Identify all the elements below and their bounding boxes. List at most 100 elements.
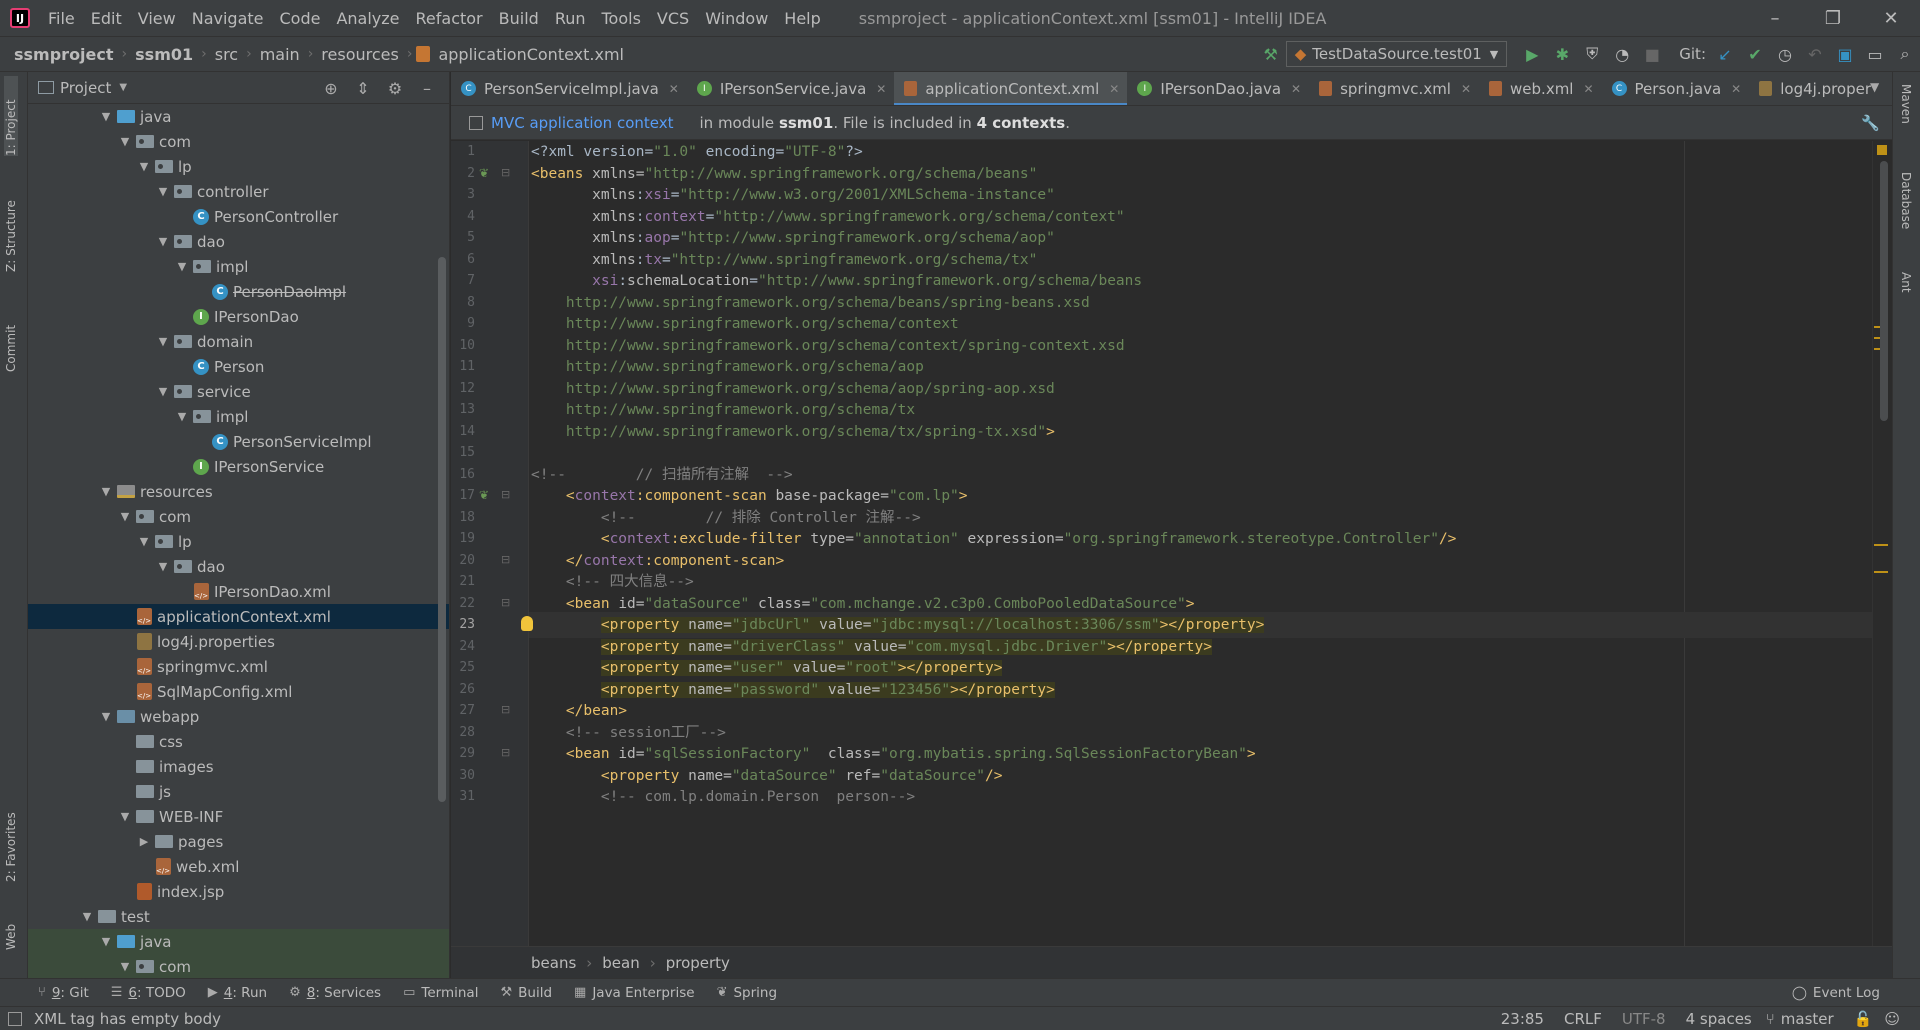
inspector-icon[interactable]: ☺ xyxy=(1884,1010,1900,1028)
indent-setting[interactable]: 4 spaces xyxy=(1686,1010,1752,1028)
fold-marker-icon[interactable]: ⊟ xyxy=(501,596,510,609)
git-branch[interactable]: master xyxy=(1781,1010,1834,1028)
toolwindow-terminal[interactable]: ▭ Terminal xyxy=(403,985,478,1001)
menu-navigate[interactable]: Navigate xyxy=(184,9,272,28)
menu-tools[interactable]: Tools xyxy=(594,9,649,28)
tab-list-chevron-icon[interactable]: ▼ xyxy=(1870,80,1879,94)
stripe-tab-maven[interactable]: Maven xyxy=(1899,84,1913,124)
tree-node[interactable]: ▼css xyxy=(28,729,449,754)
stripe-tab-favorites[interactable]: 2: Favorites xyxy=(4,792,18,882)
restore-icon[interactable]: ❐ xyxy=(1804,0,1862,36)
tree-node[interactable]: ▼ resources xyxy=(28,479,449,504)
tree-node[interactable]: ▼IIPersonDao xyxy=(28,304,449,329)
breadcrumb-item[interactable]: applicationContext.xml xyxy=(434,45,628,64)
status-toggle-icon[interactable] xyxy=(8,1011,22,1026)
menu-edit[interactable]: Edit xyxy=(83,9,130,28)
collapse-all-icon[interactable]: ⇕ xyxy=(347,79,379,98)
close-tab-icon[interactable]: ✕ xyxy=(1109,82,1119,96)
tree-node[interactable]: ▼images xyxy=(28,754,449,779)
toolwindow-git[interactable]: ⑂ 9: Git xyxy=(38,985,89,1001)
editor-gutter[interactable]: 1 2 3 4 5 6 7 8 9 10 11 12 13 14 15 16 17 18 19 20 21 22 23 24 2… xyxy=(451,141,529,946)
xml-breadcrumb-item[interactable]: bean xyxy=(602,954,639,972)
editor-tab[interactable]: I IPersonDao.java ✕ xyxy=(1127,72,1309,105)
toolwindow-todo[interactable]: ☰ 6: TODO xyxy=(111,985,186,1001)
editor-tab[interactable]: C Person.java ✕ xyxy=(1602,72,1750,105)
tree-node[interactable]: ▼SqlMapConfig.xml xyxy=(28,679,449,704)
fold-marker-icon[interactable]: ⊟ xyxy=(501,488,510,501)
tree-node[interactable]: ▼IPersonDao.xml xyxy=(28,579,449,604)
chevron-down-icon[interactable]: ▼ xyxy=(98,110,114,123)
tree-node[interactable]: ▼log4j.properties xyxy=(28,629,449,654)
hide-icon[interactable]: – xyxy=(411,79,443,98)
close-tab-icon[interactable]: ✕ xyxy=(1731,82,1741,96)
close-tab-icon[interactable]: ✕ xyxy=(1461,82,1471,96)
chevron-down-icon[interactable]: ▼ xyxy=(155,185,171,198)
chevron-down-icon[interactable]: ▼ xyxy=(174,410,190,423)
fold-marker-icon[interactable]: ⊟ xyxy=(501,166,510,179)
spring-bean-icon[interactable]: ❦ xyxy=(479,166,489,180)
tree-node[interactable]: ▼IIPersonService xyxy=(28,454,449,479)
tree-node[interactable]: ▼ controller xyxy=(28,179,449,204)
menu-run[interactable]: Run xyxy=(547,9,594,28)
search-icon[interactable]: ⌕ xyxy=(1890,39,1920,69)
chevron-down-icon[interactable]: ▼ xyxy=(117,135,133,148)
caret-position[interactable]: 23:85 xyxy=(1501,1010,1544,1028)
inspection-status-icon[interactable] xyxy=(1877,145,1887,155)
tree-node[interactable]: ▼ webapp xyxy=(28,704,449,729)
menu-window[interactable]: Window xyxy=(697,9,776,28)
tree-node[interactable]: ▼ java xyxy=(28,104,449,129)
chevron-down-icon[interactable]: ▼ xyxy=(136,535,152,548)
stripe-tab-web[interactable]: Web xyxy=(4,910,18,950)
wrench-icon[interactable]: 🔧 xyxy=(1861,114,1880,132)
run-icon[interactable]: ▶ xyxy=(1517,39,1547,69)
chevron-down-icon[interactable]: ▼ xyxy=(155,335,171,348)
tree-node[interactable]: ▼ service xyxy=(28,379,449,404)
fold-marker-icon[interactable]: ⊟ xyxy=(501,553,510,566)
chevron-down-icon[interactable]: ▼ xyxy=(117,960,133,973)
fold-marker-icon[interactable]: ⊟ xyxy=(501,746,510,759)
toolwindow-run[interactable]: ▶ 4: Run xyxy=(208,985,267,1001)
project-title[interactable]: Project xyxy=(60,79,111,97)
coverage-icon[interactable]: ⛨ xyxy=(1577,39,1607,69)
build-hammer-icon[interactable]: ⚒ xyxy=(1256,39,1286,69)
toolwindow-services[interactable]: ⚙ 8: Services xyxy=(289,985,381,1001)
event-log-button[interactable]: ◯ Event Log xyxy=(1792,979,1880,1007)
project-scrollbar[interactable] xyxy=(438,257,446,802)
stop-icon[interactable]: ■ xyxy=(1637,39,1667,69)
tree-node[interactable]: ▼ com xyxy=(28,954,449,978)
editor-tab[interactable]: applicationContext.xml ✕ xyxy=(894,72,1128,105)
chevron-down-icon[interactable]: ▼ xyxy=(117,810,133,823)
xml-breadcrumb-item[interactable]: beans xyxy=(531,954,576,972)
chevron-down-icon[interactable]: ▼ xyxy=(174,260,190,273)
tree-node[interactable]: ▼ lp xyxy=(28,529,449,554)
tree-node[interactable]: ▼ java xyxy=(28,929,449,954)
fold-marker-icon[interactable]: ⊟ xyxy=(501,703,510,716)
locate-icon[interactable]: ⊕ xyxy=(315,79,347,98)
stripe-tab-project[interactable]: 1: Project xyxy=(4,76,18,156)
close-tab-icon[interactable]: ✕ xyxy=(876,82,886,96)
warning-marker[interactable] xyxy=(1874,544,1888,546)
tree-node[interactable]: ▼CPersonDaoImpl xyxy=(28,279,449,304)
warning-marker[interactable] xyxy=(1874,571,1888,573)
editor-scroll-thumb[interactable] xyxy=(1880,161,1888,421)
toolwindow-build[interactable]: ⚒ Build xyxy=(500,985,552,1001)
tree-node[interactable]: ▼ impl xyxy=(28,404,449,429)
profile-icon[interactable]: ◔ xyxy=(1607,39,1637,69)
presentation-icon[interactable]: ▭ xyxy=(1860,39,1890,69)
tree-node[interactable]: ▼js xyxy=(28,779,449,804)
code-line[interactable]: <!-- com.lp.domain.Person person--> xyxy=(529,784,1892,810)
project-structure-icon[interactable]: ▣ xyxy=(1830,39,1860,69)
tree-node[interactable]: ▼web.xml xyxy=(28,854,449,879)
breadcrumb-item[interactable]: main xyxy=(256,45,304,64)
stripe-tab-structure[interactable]: Z: Structure xyxy=(4,182,18,272)
breadcrumb-item[interactable]: resources xyxy=(317,45,403,64)
line-separator[interactable]: CRLF xyxy=(1564,1010,1602,1028)
editor-tab[interactable]: springmvc.xml ✕ xyxy=(1309,72,1479,105)
breadcrumb-item[interactable]: ssmproject xyxy=(10,45,118,64)
tree-node[interactable]: ▼springmvc.xml xyxy=(28,654,449,679)
tree-node[interactable]: ▼ dao xyxy=(28,554,449,579)
minimize-icon[interactable]: – xyxy=(1746,0,1804,36)
chevron-down-icon[interactable]: ▼ xyxy=(98,935,114,948)
menu-build[interactable]: Build xyxy=(491,9,547,28)
code-editor[interactable]: 1 2 3 4 5 6 7 8 9 10 11 12 13 14 15 16 17 18 19 20 21 22 23 24 2… xyxy=(451,141,1892,946)
